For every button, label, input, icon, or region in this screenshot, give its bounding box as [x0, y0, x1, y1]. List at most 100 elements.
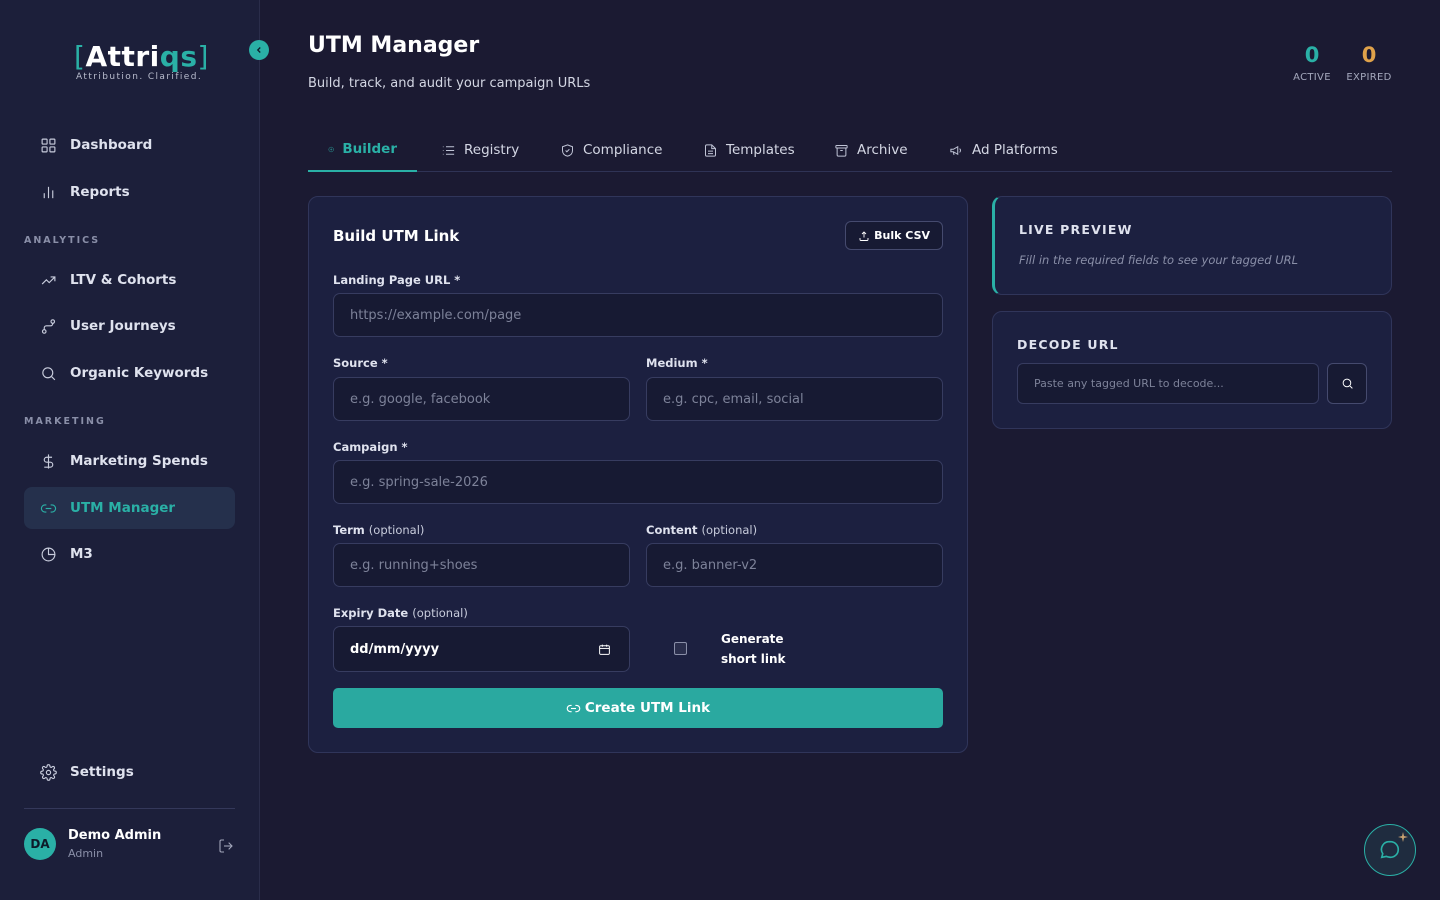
content-optional: (optional): [701, 523, 758, 537]
grid-icon: [41, 138, 56, 152]
chevron-left-icon: [256, 47, 261, 53]
search-icon: [1342, 378, 1353, 389]
sidebar-item-label: Organic Keywords: [70, 365, 209, 381]
expiry-label-text: Expiry Date: [333, 606, 409, 620]
campaign-label: Campaign *: [333, 440, 408, 454]
tab-label: Registry: [464, 142, 520, 158]
tab-bar: Builder Registry Compliance Templates Ar…: [308, 128, 1392, 172]
campaign-input[interactable]: e.g. spring-sale-2026: [333, 460, 943, 504]
create-utm-link-button[interactable]: Create UTM Link: [333, 688, 943, 728]
stat-active: 0 ACTIVE: [1293, 42, 1331, 83]
medium-input[interactable]: e.g. cpc, email, social: [646, 377, 943, 421]
plus-circle-icon: [328, 146, 334, 152]
landing-url-input[interactable]: https://example.com/page: [333, 293, 943, 337]
landing-url-label: Landing Page URL *: [333, 273, 461, 287]
short-link-checkbox[interactable]: [674, 642, 687, 655]
sidebar-item-ltv-cohorts[interactable]: LTV & Cohorts: [24, 259, 235, 301]
logout-button[interactable]: [218, 838, 236, 856]
user-profile[interactable]: DA Demo Admin Admin: [24, 828, 161, 860]
stat-expired-value: 0: [1361, 43, 1377, 67]
bulk-csv-label: Bulk CSV: [874, 229, 930, 242]
tab-builder[interactable]: Builder: [308, 128, 417, 172]
link-icon: [40, 503, 57, 513]
stat-expired-label: EXPIRED: [1346, 72, 1392, 83]
tab-registry[interactable]: Registry: [421, 128, 539, 172]
live-preview-card: LIVE PREVIEW Fill in the required fields…: [992, 196, 1392, 295]
sidebar-item-marketing-spends[interactable]: Marketing Spends: [24, 440, 235, 482]
stat-active-value: 0: [1304, 43, 1320, 67]
tab-label: Archive: [857, 142, 908, 158]
build-utm-card: Build UTM Link Bulk CSV Landing Page URL…: [308, 196, 968, 753]
logo-name: Attri: [85, 40, 160, 73]
short-link-label[interactable]: Generate short link: [721, 629, 801, 669]
tab-label: Templates: [726, 142, 795, 158]
medium-label: Medium *: [646, 356, 708, 370]
sidebar-item-label: Marketing Spends: [70, 453, 208, 469]
page-title: UTM Manager: [308, 33, 480, 58]
source-input[interactable]: e.g. google, facebook: [333, 377, 630, 421]
expiry-date-input[interactable]: dd/mm/yyyy: [333, 626, 630, 672]
expiry-date-value: dd/mm/yyyy: [350, 641, 440, 657]
logo-tagline: Attribution. Clarified.: [76, 72, 203, 82]
sidebar-item-m3[interactable]: M3: [24, 533, 235, 575]
avatar: DA: [24, 828, 56, 860]
tab-archive[interactable]: Archive: [814, 128, 928, 172]
trend-up-icon: [41, 275, 56, 284]
content-label-text: Content: [646, 523, 698, 537]
list-icon: [442, 145, 455, 155]
search-icon: [42, 366, 56, 380]
gear-icon: [40, 763, 57, 781]
sidebar-item-label: LTV & Cohorts: [70, 272, 177, 288]
bulk-csv-button[interactable]: Bulk CSV: [845, 221, 943, 250]
archive-icon: [835, 144, 848, 157]
sidebar: [Attriqs] Attribution. Clarified. Dashbo…: [0, 0, 260, 900]
sidebar-item-settings[interactable]: Settings: [24, 751, 235, 793]
live-preview-text: Fill in the required fields to see your …: [1019, 253, 1299, 267]
term-label-text: Term: [333, 523, 365, 537]
logo-bracket-close: ]: [197, 40, 209, 73]
sidebar-divider: [24, 808, 235, 809]
logo-bracket-open: [: [74, 40, 86, 73]
sidebar-item-utm-manager[interactable]: UTM Manager: [24, 487, 235, 529]
tab-ad-platforms[interactable]: Ad Platforms: [929, 128, 1078, 172]
tab-label: Ad Platforms: [972, 142, 1058, 158]
tab-compliance[interactable]: Compliance: [540, 128, 682, 172]
sparkle-icon: [1397, 828, 1409, 842]
content-input[interactable]: e.g. banner-v2: [646, 543, 943, 587]
user-name: Demo Admin: [68, 828, 162, 843]
stat-active-label: ACTIVE: [1293, 72, 1331, 83]
term-placeholder: e.g. running+shoes: [350, 557, 478, 573]
tab-label: Builder: [342, 141, 397, 157]
create-utm-link-label: Create UTM Link: [584, 700, 711, 716]
term-input[interactable]: e.g. running+shoes: [333, 543, 630, 587]
source-label: Source *: [333, 356, 388, 370]
sidebar-item-label: UTM Manager: [70, 500, 176, 516]
campaign-placeholder: e.g. spring-sale-2026: [350, 474, 488, 490]
sidebar-collapse-button[interactable]: [249, 40, 269, 60]
sidebar-item-label: Settings: [70, 764, 134, 780]
term-label: Term (optional): [333, 523, 424, 537]
decode-url-input[interactable]: Paste any tagged URL to decode...: [1017, 363, 1319, 404]
landing-url-placeholder: https://example.com/page: [350, 307, 522, 323]
sidebar-item-label: User Journeys: [70, 318, 176, 334]
logout-icon: [219, 839, 233, 853]
stat-expired: 0 EXPIRED: [1346, 42, 1392, 83]
sidebar-item-reports[interactable]: Reports: [24, 171, 235, 213]
live-preview-title: LIVE PREVIEW: [1019, 222, 1133, 237]
medium-placeholder: e.g. cpc, email, social: [663, 391, 804, 407]
section-label-marketing: MARKETING: [24, 416, 106, 427]
term-optional: (optional): [368, 523, 425, 537]
tab-templates[interactable]: Templates: [683, 128, 815, 172]
sidebar-item-organic-keywords[interactable]: Organic Keywords: [24, 352, 235, 394]
decode-search-button[interactable]: [1327, 363, 1367, 404]
expiry-optional: (optional): [412, 606, 468, 620]
brand-logo[interactable]: [Attriqs] Attribution. Clarified.: [74, 40, 209, 83]
sidebar-item-dashboard[interactable]: Dashboard: [24, 124, 235, 166]
user-role: Admin: [68, 847, 104, 860]
sidebar-item-user-journeys[interactable]: User Journeys: [24, 305, 235, 347]
decode-url-title: DECODE URL: [1017, 337, 1119, 352]
tab-label: Compliance: [583, 142, 663, 158]
link-icon: [566, 704, 581, 712]
calendar-icon[interactable]: [598, 643, 611, 656]
upload-icon: [859, 230, 869, 241]
